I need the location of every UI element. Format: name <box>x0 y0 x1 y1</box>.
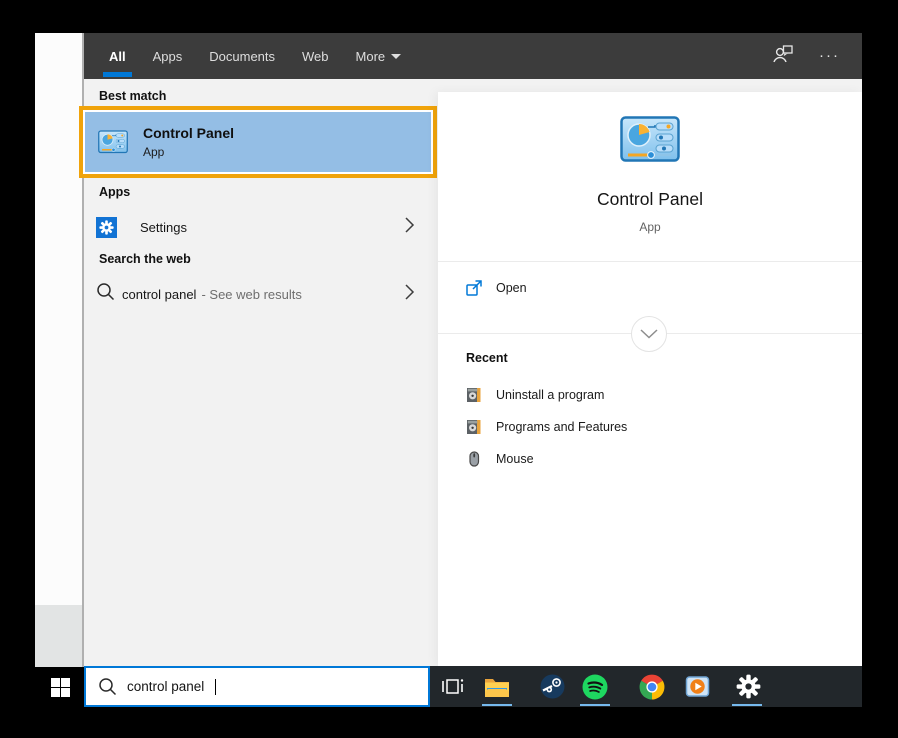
open-label: Open <box>496 281 527 295</box>
web-search-hint: - See web results <box>201 287 301 302</box>
search-input-value: control panel <box>127 679 204 694</box>
recent-item-uninstall-a-program[interactable]: Uninstall a program <box>438 379 862 411</box>
expand-chevron-icon[interactable] <box>402 215 416 240</box>
detail-title: Control Panel <box>438 189 862 210</box>
more-options-icon[interactable]: ··· <box>819 51 840 61</box>
best-match-title: Control Panel <box>143 125 234 141</box>
best-match-header: Best match <box>99 89 166 103</box>
taskbar-search-box[interactable]: control panel <box>84 666 430 707</box>
result-settings[interactable]: Settings <box>84 207 430 247</box>
collapse-panel-button[interactable] <box>631 316 667 352</box>
running-indicator <box>580 704 610 706</box>
recent-item-programs-and-features[interactable]: Programs and Features <box>438 411 862 443</box>
taskbar-media-player[interactable] <box>677 666 717 707</box>
result-settings-label: Settings <box>140 220 187 235</box>
apps-section-header: Apps <box>99 185 130 199</box>
active-tab-underline <box>103 72 132 77</box>
taskbar-settings[interactable] <box>728 666 768 707</box>
taskbar-file-explorer[interactable] <box>477 666 517 707</box>
windows-logo-icon <box>51 678 70 697</box>
caret-down-icon <box>391 54 401 59</box>
account-icon[interactable] <box>771 43 795 70</box>
control-panel-icon-large <box>620 116 680 163</box>
web-section-header: Search the web <box>99 252 191 266</box>
open-external-icon <box>465 279 483 297</box>
spotify-icon <box>582 674 608 700</box>
header-actions: ··· <box>771 43 862 70</box>
annotation-highlight-box: Control Panel App <box>79 106 437 178</box>
steam-icon <box>540 674 565 699</box>
task-view-button[interactable] <box>432 666 472 707</box>
search-filter-tabbar: All Apps Documents Web More <box>84 33 862 79</box>
recent-header: Recent <box>466 351 508 365</box>
taskbar-steam[interactable] <box>532 666 572 707</box>
tab-web[interactable]: Web <box>302 33 329 79</box>
recent-item-mouse[interactable]: Mouse <box>438 443 862 475</box>
tab-apps[interactable]: Apps <box>153 33 183 79</box>
search-icon <box>98 677 117 696</box>
result-web-search[interactable]: control panel - See web results <box>84 275 430 313</box>
best-match-type: App <box>143 145 234 159</box>
mouse-icon <box>466 451 482 467</box>
programs-icon <box>466 387 482 403</box>
search-icon <box>96 282 115 306</box>
tab-more[interactable]: More <box>356 33 402 79</box>
task-view-icon <box>441 676 464 697</box>
media-player-icon <box>685 675 710 698</box>
open-action[interactable]: Open <box>438 268 862 308</box>
screenshot-root: All Apps Documents Web More <box>0 0 898 738</box>
background-window-footer <box>35 605 82 667</box>
running-indicator <box>732 704 762 706</box>
start-search-flyout: All Apps Documents Web More <box>84 33 862 666</box>
programs-icon <box>466 419 482 435</box>
start-button[interactable] <box>44 671 76 703</box>
file-explorer-icon <box>484 676 510 698</box>
running-indicator <box>482 704 512 706</box>
app-detail-panel: Control Panel App Open <box>438 92 862 666</box>
best-match-result-control-panel[interactable]: Control Panel App <box>85 112 431 172</box>
taskbar-spotify[interactable] <box>575 666 615 707</box>
divider <box>438 261 862 262</box>
settings-gear-icon <box>736 674 761 699</box>
control-panel-icon <box>98 130 128 154</box>
taskbar <box>430 666 862 707</box>
text-cursor <box>215 679 216 695</box>
expand-chevron-icon[interactable] <box>402 282 416 307</box>
detail-type: App <box>438 220 862 234</box>
tab-all[interactable]: All <box>109 33 126 79</box>
background-window <box>35 33 82 605</box>
chrome-icon <box>639 674 665 700</box>
taskbar-chrome[interactable] <box>632 666 672 707</box>
settings-app-icon <box>96 217 117 238</box>
chevron-down-icon <box>640 329 658 339</box>
web-search-query: control panel <box>122 287 196 302</box>
tab-documents[interactable]: Documents <box>209 33 275 79</box>
search-results-body: Best match Control Panel App Apps <box>84 79 862 666</box>
